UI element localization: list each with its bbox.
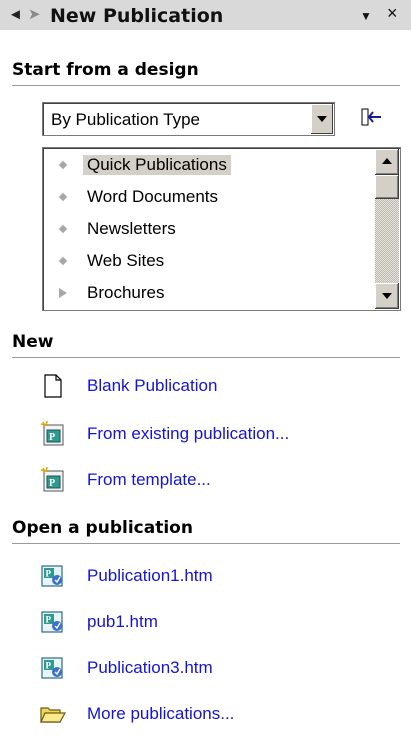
link-label[interactable]: From template... xyxy=(87,470,211,490)
section-divider xyxy=(12,357,400,358)
dock-pane-icon[interactable] xyxy=(361,107,383,129)
design-type-combobox[interactable]: By Publication Type xyxy=(42,102,335,136)
chevron-down-icon[interactable]: ▼ xyxy=(360,9,372,23)
blank-publication-link[interactable]: Blank Publication xyxy=(40,370,400,402)
recent-file-publication1[interactable]: P Publication1.htm xyxy=(40,560,400,592)
link-label[interactable]: pub1.htm xyxy=(87,612,158,632)
list-item-brochures[interactable]: Brochures xyxy=(43,278,368,308)
close-icon[interactable]: × xyxy=(387,3,398,24)
svg-text:P: P xyxy=(49,432,55,443)
dropdown-arrow-icon xyxy=(317,116,327,122)
publisher-file-icon: P xyxy=(41,565,63,587)
list-item-quick-publications[interactable]: Quick Publications xyxy=(43,150,368,180)
svg-text:P: P xyxy=(46,615,52,625)
section-heading-start: Start from a design xyxy=(12,60,199,80)
list-item-newsletters[interactable]: Newsletters xyxy=(43,214,368,244)
publisher-file-icon: P xyxy=(41,611,63,633)
arrow-up-icon xyxy=(382,158,392,164)
bullet-icon xyxy=(58,224,68,234)
svg-text:P: P xyxy=(46,569,52,579)
from-existing-publication-link[interactable]: P From existing publication... xyxy=(40,418,400,450)
expand-triangle-icon[interactable] xyxy=(59,288,67,298)
from-template-link[interactable]: P From template... xyxy=(40,464,400,496)
recent-file-publication3[interactable]: P Publication3.htm xyxy=(40,652,400,684)
task-pane-title: New Publication xyxy=(50,5,224,27)
back-arrow-icon[interactable]: ◄ xyxy=(8,7,23,23)
scroll-up-button[interactable] xyxy=(375,149,399,175)
section-divider xyxy=(12,85,400,86)
link-label[interactable]: More publications... xyxy=(87,704,234,724)
combobox-value: By Publication Type xyxy=(51,110,200,129)
arrow-down-icon xyxy=(382,293,392,299)
link-label[interactable]: Publication1.htm xyxy=(87,566,213,586)
list-item-label: Newsletters xyxy=(87,219,176,238)
scrollbar-thumb[interactable] xyxy=(375,175,399,199)
bullet-icon xyxy=(58,160,68,170)
forward-arrow-icon[interactable]: ➤ xyxy=(28,7,41,23)
publication-wizard-icon: P xyxy=(40,421,64,446)
bullet-icon xyxy=(58,256,68,266)
section-heading-open: Open a publication xyxy=(12,518,193,538)
task-pane-titlebar: ◄ ➤ New Publication ▼ × xyxy=(0,0,411,30)
scroll-down-button[interactable] xyxy=(375,283,399,309)
bullet-icon xyxy=(58,192,68,202)
list-item-label: Web Sites xyxy=(87,251,165,270)
list-item-label: Brochures xyxy=(87,283,165,302)
list-item-word-documents[interactable]: Word Documents xyxy=(43,182,368,212)
list-item-label: Word Documents xyxy=(87,187,219,206)
recent-file-pub1[interactable]: P pub1.htm xyxy=(40,606,400,638)
blank-page-icon xyxy=(44,374,62,398)
list-scrollbar[interactable] xyxy=(375,149,399,309)
link-label[interactable]: Blank Publication xyxy=(87,376,217,396)
list-item-label: Quick Publications xyxy=(83,155,231,175)
link-label[interactable]: Publication3.htm xyxy=(87,658,213,678)
publication-type-list[interactable]: Quick Publications Word Documents Newsle… xyxy=(42,147,401,311)
publisher-file-icon: P xyxy=(41,657,63,679)
combobox-dropdown-button[interactable] xyxy=(310,104,333,134)
section-heading-new: New xyxy=(12,332,54,352)
list-item-web-sites[interactable]: Web Sites xyxy=(43,246,368,276)
svg-text:P: P xyxy=(46,661,52,671)
link-label[interactable]: From existing publication... xyxy=(87,424,289,444)
section-divider xyxy=(12,543,400,544)
svg-text:P: P xyxy=(49,478,55,489)
open-folder-icon xyxy=(40,707,66,723)
publication-wizard-icon: P xyxy=(40,467,64,492)
more-publications-link[interactable]: More publications... xyxy=(40,698,400,730)
